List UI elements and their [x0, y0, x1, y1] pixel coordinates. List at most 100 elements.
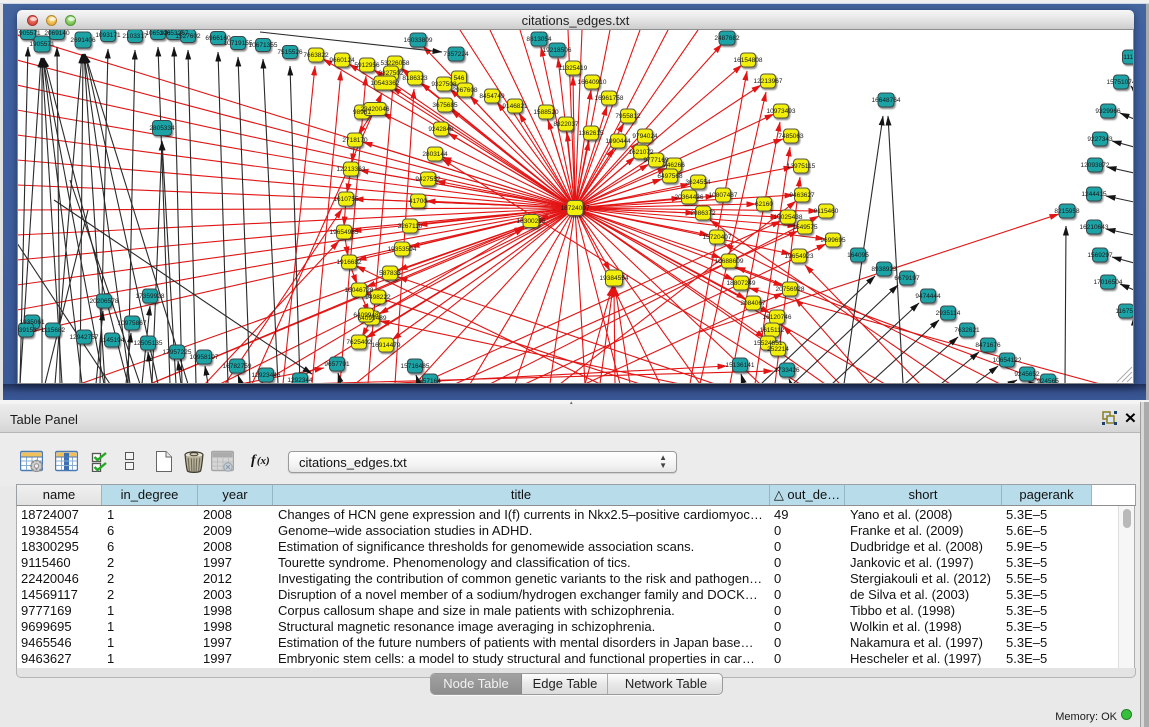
svg-text:20756928: 20756928	[776, 286, 805, 293]
svg-text:2103317: 2103317	[122, 33, 148, 40]
svg-text:9660124: 9660124	[329, 57, 355, 64]
svg-text:1588520: 1588520	[533, 109, 559, 116]
svg-text:2803144: 2803144	[422, 151, 448, 158]
svg-text:19654923: 19654923	[785, 253, 814, 260]
svg-text:1916682: 1916682	[336, 259, 362, 266]
svg-text:16046728: 16046728	[345, 287, 374, 294]
svg-text:3267110: 3267110	[398, 223, 423, 230]
svg-text:12923446: 12923446	[252, 372, 281, 379]
svg-text:9146821: 9146821	[502, 103, 528, 110]
svg-text:9463627: 9463627	[789, 192, 815, 199]
svg-text:2718170: 2718170	[342, 137, 368, 144]
svg-text:62160: 62160	[755, 201, 773, 208]
svg-text:9227343: 9227343	[1087, 136, 1113, 143]
svg-text:2691406: 2691406	[70, 37, 96, 44]
svg-text:1569297: 1569297	[1087, 252, 1113, 259]
svg-text:15751074: 15751074	[1107, 79, 1134, 86]
svg-text:10543362: 10543362	[371, 80, 400, 87]
svg-text:1905571: 1905571	[17, 30, 41, 37]
svg-text:10671355: 10671355	[249, 42, 278, 49]
svg-text:10688609: 10688609	[715, 258, 744, 265]
svg-text:116753: 116753	[1115, 308, 1134, 315]
svg-text:10958107: 10958107	[190, 354, 219, 361]
svg-text:8471676: 8471676	[975, 342, 1001, 349]
svg-text:9242848: 9242848	[428, 126, 454, 133]
svg-text:1244415: 1244415	[1081, 191, 1107, 198]
svg-text:17016504: 17016504	[1094, 279, 1123, 286]
svg-text:16210643: 16210643	[1080, 224, 1109, 231]
svg-text:6409948: 6409948	[353, 312, 379, 319]
svg-text:8938923: 8938923	[871, 266, 897, 273]
svg-text:1362615: 1362615	[578, 130, 604, 137]
svg-text:9699695: 9699695	[820, 237, 846, 244]
svg-text:2805334: 2805334	[149, 125, 175, 132]
svg-text:20206578: 20206578	[90, 298, 119, 305]
svg-text:6679197: 6679197	[894, 275, 920, 282]
svg-text:8215958: 8215958	[1054, 208, 1080, 215]
svg-text:10975867: 10975867	[118, 320, 147, 327]
svg-text:10025438: 10025438	[774, 214, 803, 221]
svg-text:2935114: 2935114	[936, 310, 961, 317]
svg-text:9498222: 9498222	[365, 294, 391, 301]
svg-text:17957225: 17957225	[163, 349, 192, 356]
svg-text:12942757: 12942757	[70, 334, 99, 341]
svg-text:10973493: 10973493	[767, 108, 796, 115]
svg-text:16961758: 16961758	[595, 95, 624, 102]
svg-text:1935061: 1935061	[19, 319, 45, 326]
svg-text:16648764: 16648764	[872, 97, 901, 104]
svg-text:1145194: 1145194	[100, 337, 125, 344]
svg-text:12505135: 12505135	[134, 340, 163, 347]
svg-text:2967608: 2967608	[452, 87, 478, 94]
svg-text:3624554: 3624554	[685, 179, 711, 186]
svg-text:41700: 41700	[409, 198, 427, 205]
svg-text:15720407: 15720407	[703, 234, 732, 241]
svg-text:1990444: 1990444	[605, 138, 631, 145]
svg-text:546: 546	[454, 75, 465, 82]
svg-text:1905571: 1905571	[29, 41, 55, 48]
svg-text:1615112: 1615112	[760, 327, 785, 334]
svg-text:7485063: 7485063	[778, 133, 804, 140]
svg-text:6497568: 6497568	[657, 173, 683, 180]
svg-text:7515526: 7515526	[277, 49, 303, 56]
svg-text:3675685: 3675685	[432, 102, 458, 109]
svg-text:8454749: 8454749	[479, 93, 505, 100]
svg-text:16154808: 16154808	[734, 57, 763, 64]
svg-text:15716485: 15716485	[401, 363, 430, 370]
svg-text:7632621: 7632621	[954, 327, 980, 334]
svg-text:18724007: 18724007	[561, 205, 590, 212]
svg-text:5912956: 5912956	[354, 62, 380, 69]
svg-text:11325419: 11325419	[559, 65, 588, 72]
svg-text:9474444: 9474444	[915, 293, 941, 300]
svg-text:1733426: 1733426	[774, 367, 800, 374]
svg-text:9327502: 9327502	[378, 70, 404, 77]
svg-text:9657791: 9657791	[324, 361, 350, 368]
svg-text:9115460: 9115460	[814, 208, 839, 215]
svg-text:1093171: 1093171	[95, 32, 121, 39]
svg-text:1610755: 1610755	[333, 196, 359, 203]
svg-text:1549575: 1549575	[792, 224, 818, 231]
svg-text:9329966: 9329966	[1095, 108, 1121, 115]
svg-text:7955812: 7955812	[615, 113, 641, 120]
svg-text:7663822: 7663822	[303, 52, 329, 59]
svg-text:1115682: 1115682	[41, 327, 66, 334]
svg-text:16782759: 16782759	[223, 363, 252, 370]
svg-text:16914479: 16914479	[372, 342, 401, 349]
svg-text:7625402: 7625402	[346, 339, 372, 346]
svg-text:9245652: 9245652	[1014, 371, 1040, 378]
svg-text:1621072: 1621072	[628, 149, 654, 156]
svg-text:19384554: 19384554	[600, 275, 629, 282]
svg-text:12093872: 12093872	[1081, 162, 1110, 169]
svg-text:746266: 746266	[663, 162, 685, 169]
svg-text:8813054: 8813054	[526, 36, 552, 43]
svg-text:20364436: 20364436	[675, 194, 704, 201]
svg-text:2084067: 2084067	[740, 300, 766, 307]
svg-text:16120746: 16120746	[763, 314, 792, 321]
svg-text:9794024: 9794024	[632, 133, 658, 140]
svg-text:2986372: 2986372	[690, 210, 716, 217]
svg-text:23420046: 23420046	[361, 106, 390, 113]
svg-text:53226058: 53226058	[381, 60, 410, 67]
svg-text:12213967: 12213967	[754, 78, 783, 85]
svg-text:19353594: 19353594	[388, 246, 417, 253]
svg-text:15136141: 15136141	[726, 362, 755, 369]
svg-text:8186323: 8186323	[402, 75, 428, 82]
